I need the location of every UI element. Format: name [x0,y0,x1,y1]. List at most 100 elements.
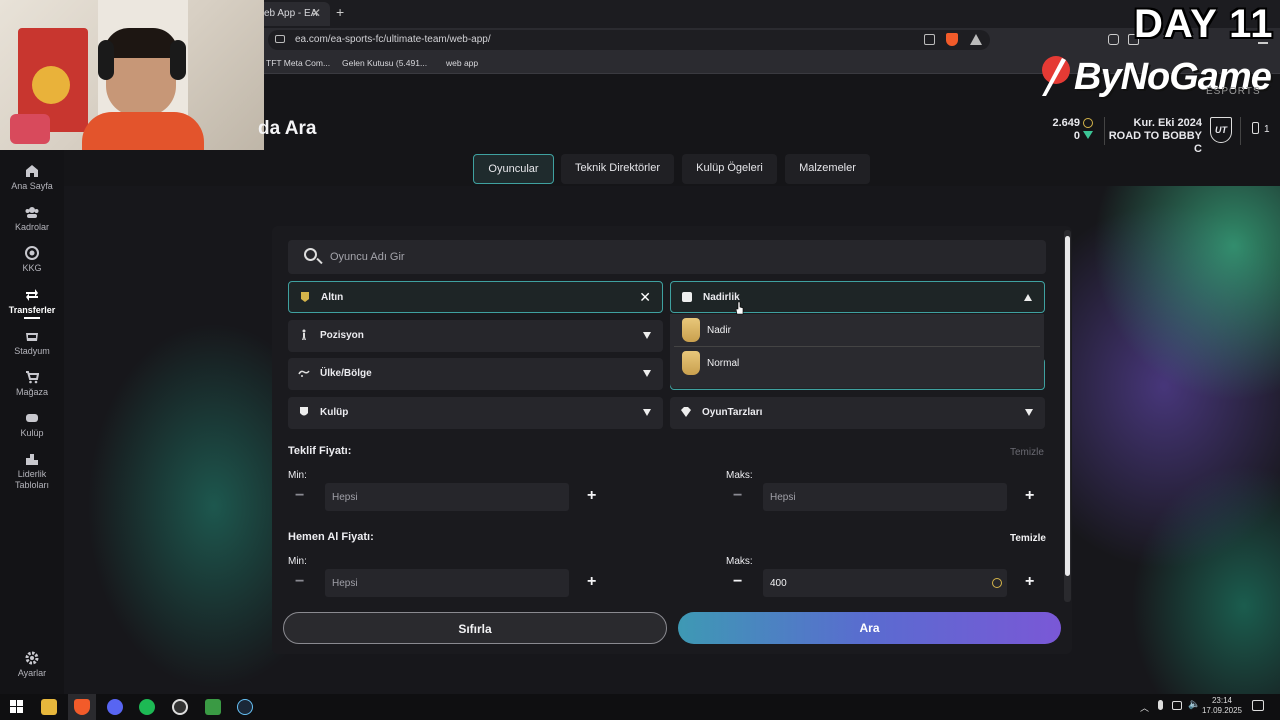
sidebar-item-label: Ana Sayfa [11,181,53,191]
common-card-icon [682,351,700,375]
rare-card-icon [682,318,700,342]
player-name-input[interactable] [330,240,1030,274]
nation-filter-label: Ülke/Bölge [320,368,372,379]
buy-now-max-input[interactable]: 400 [763,569,1007,597]
active-indicator [24,317,40,319]
scrollbar-thumb[interactable] [1065,236,1070,576]
playstyle-filter[interactable]: OyunTarzları [670,397,1045,429]
sidebar-item-label: KKG [22,263,42,273]
quality-filter-label: Altın [321,292,344,303]
reset-button[interactable]: Sıfırla [283,612,667,644]
app-icon[interactable] [205,699,221,715]
notifications-icon[interactable] [1252,700,1264,711]
clock-time: 23:14 [1211,696,1233,705]
obs-icon[interactable] [172,699,188,715]
rarity-option-label: Normal [707,358,740,369]
sidebar-item-leaderboards[interactable]: Liderlik Tabloları [0,452,64,491]
brave-rewards-icon[interactable] [970,34,982,45]
bid-min-increase-button[interactable]: + [587,487,596,505]
rarity-filter-label: Nadirlik [703,292,740,303]
gold-quality-icon [301,292,309,302]
sidebar-item-label: Kadrolar [14,222,50,232]
buy-now-clear-button[interactable]: Temizle [1010,533,1046,544]
share-icon[interactable] [924,34,935,45]
extensions-icon[interactable] [1108,34,1119,45]
chevron-down-icon [643,370,651,377]
transfer-icon [26,289,38,301]
spotify-icon[interactable] [139,699,155,715]
windows-start-icon[interactable] [10,700,23,713]
bid-min-input[interactable]: Hepsi [325,483,569,511]
sidebar-item-sbc[interactable]: KKG [0,246,64,273]
tab-close-icon[interactable]: ✕ [311,6,321,20]
phone-icon[interactable] [1252,122,1259,134]
tab-club-items[interactable]: Kulüp Ögeleri [682,154,777,184]
club-shield-icon [300,407,308,416]
gear-icon [25,651,39,665]
buy-now-max-decrease-button[interactable]: − [733,573,742,591]
microphone-icon[interactable] [1158,700,1163,710]
sidebar-item-store[interactable]: Mağaza [0,370,64,397]
bookmark-item[interactable]: web app [446,58,478,68]
bid-max-decrease-button[interactable]: − [733,487,742,505]
sidebar-item-home[interactable]: Ana Sayfa [0,164,64,191]
bid-price-clear-button[interactable]: Temizle [1010,447,1044,458]
bid-max-input[interactable]: Hepsi [763,483,1007,511]
bookmark-item[interactable]: TFT Meta Com... [266,58,330,68]
clear-quality-icon[interactable]: ✕ [639,289,651,306]
coin-icon [1083,118,1093,128]
search-button[interactable]: Ara [678,612,1061,644]
site-info-icon[interactable] [275,35,285,43]
file-explorer-icon[interactable] [41,699,57,715]
stadium-icon [26,333,38,341]
bid-min-decrease-button[interactable]: − [295,487,304,505]
sidebar-item-club[interactable]: Kulüp [0,411,64,438]
season-date: Kur. Eki 2024 [1133,117,1203,129]
steam-icon[interactable] [237,699,253,715]
sidebar-item-stadium[interactable]: Stadyum [0,329,64,356]
buy-now-max-increase-button[interactable]: + [1025,573,1034,591]
quality-filter[interactable]: Altın ✕ [288,281,663,313]
club-filter[interactable]: Kulüp [288,397,663,429]
bynogame-logo-icon [1042,56,1070,96]
network-icon[interactable] [1172,701,1182,710]
nation-filter[interactable]: Ülke/Bölge [288,358,663,390]
club-icon [26,414,38,422]
brand-sub: ESPORTS [1206,86,1261,97]
taskbar-clock[interactable]: 23:14 17.09.2025 [1200,696,1244,716]
points-value: 0 [1073,130,1080,142]
buy-now-min-increase-button[interactable]: + [587,573,596,591]
tab-managers[interactable]: Teknik Direktörler [561,154,674,184]
volume-icon[interactable]: 🔈 [1188,699,1200,710]
rarity-option[interactable]: Normal [670,347,1044,379]
sidebar-item-settings[interactable]: Ayarlar [0,651,64,678]
sbc-icon [25,246,39,260]
sidebar-item-transfers[interactable]: Transferler [0,288,64,315]
windows-taskbar [0,694,1280,720]
position-filter-label: Pozisyon [320,330,364,341]
rarity-option[interactable]: Nadir [670,314,1044,346]
header-divider [1240,117,1241,145]
brave-shield-icon[interactable] [946,33,958,46]
chevron-up-icon[interactable]: ︿ [1140,701,1149,714]
bookmark-item[interactable]: Gelen Kutusu (5.491... [342,58,427,68]
browser-tab-bar [264,0,1280,28]
tab-consumables[interactable]: Malzemeler [785,154,870,184]
brave-browser-icon[interactable] [74,699,90,715]
buy-now-min-input[interactable]: Hepsi [325,569,569,597]
sidebar-item-label: Stadyum [14,346,50,356]
playstyle-filter-label: OyunTarzları [702,407,763,418]
tab-players[interactable]: Oyuncular [473,154,554,184]
day-counter-overlay: DAY 11 [1134,2,1274,46]
buy-now-min-decrease-button[interactable]: − [295,573,304,591]
sidebar-item-label: Transferler [8,305,56,315]
sidebar-item-label: Liderlik Tabloları [14,469,50,490]
new-tab-icon[interactable]: + [336,4,344,20]
rarity-filter[interactable]: Nadirlik [670,281,1045,313]
season-info: Kur. Eki 2024 ROAD TO BOBBY C [1108,117,1202,156]
position-icon [302,329,306,340]
bid-max-increase-button[interactable]: + [1025,487,1034,505]
position-filter[interactable]: Pozisyon [288,320,663,352]
discord-icon[interactable] [107,699,123,715]
sidebar-item-squads[interactable]: Kadrolar [0,205,64,232]
